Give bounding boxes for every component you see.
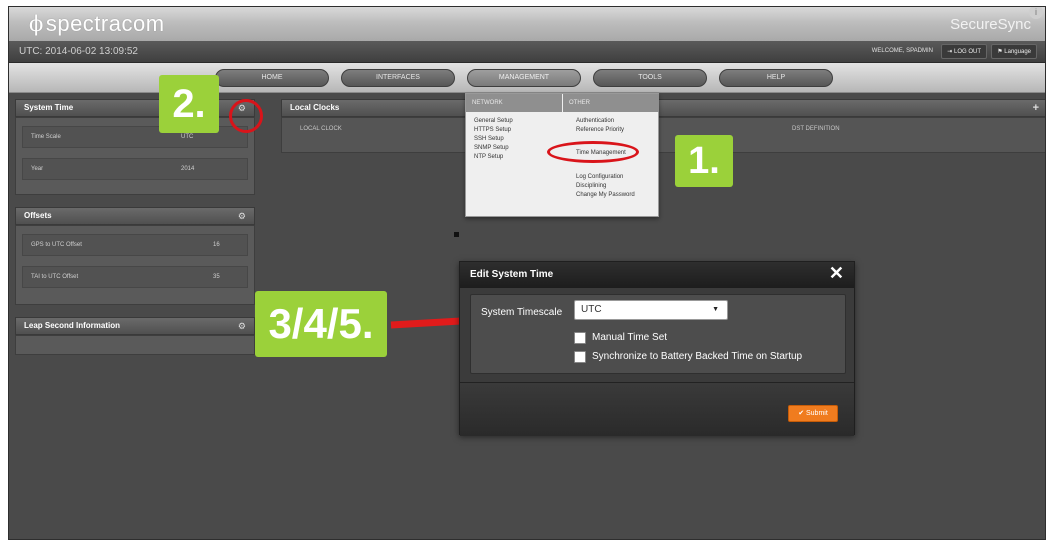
highlight-ring bbox=[229, 99, 263, 133]
timescale-select[interactable]: UTC ▼ bbox=[574, 300, 728, 320]
gear-icon[interactable]: ⚙ bbox=[238, 318, 246, 334]
sync-battery-checkbox[interactable] bbox=[574, 351, 586, 363]
logo-icon: ϕ bbox=[29, 12, 44, 36]
language-button[interactable]: ⚑ Language bbox=[991, 44, 1037, 59]
close-icon[interactable]: ✕ bbox=[829, 263, 844, 284]
row-value: 35 bbox=[213, 274, 220, 280]
annotation-step-2: 2. bbox=[159, 75, 219, 133]
highlight-ring bbox=[547, 141, 639, 163]
edit-system-time-dialog: Edit System Time ✕ System Timescale UTC … bbox=[459, 261, 855, 436]
logout-button[interactable]: ⇥ LOG OUT bbox=[941, 44, 987, 59]
loading-indicator bbox=[454, 232, 459, 237]
menu-item-ssh-setup[interactable]: SSH Setup bbox=[474, 136, 504, 142]
submit-button[interactable]: ✔ Submit bbox=[788, 405, 838, 422]
table-row: Year 2014 bbox=[22, 158, 248, 180]
status-bar: UTC: 2014-06-02 13:09:52 WELCOME, SPADMI… bbox=[9, 41, 1045, 63]
local-clocks-title: Local Clocks bbox=[290, 103, 340, 112]
table-row: GPS to UTC Offset 16 bbox=[22, 234, 248, 256]
local-clocks-table: LOCAL CLOCK DST DEFINITION bbox=[281, 117, 1045, 153]
menu-item-change-password[interactable]: Change My Password bbox=[576, 192, 635, 198]
brand-name: SecureSync bbox=[950, 16, 1031, 33]
menu-section-network: NETWORK bbox=[466, 94, 562, 112]
system-time-panel: Time Scale UTC Year 2014 bbox=[15, 117, 255, 195]
utc-clock: UTC: 2014-06-02 13:09:52 bbox=[19, 46, 138, 57]
manual-time-set-checkbox[interactable] bbox=[574, 332, 586, 344]
nav-help[interactable]: HELP bbox=[719, 69, 833, 87]
logo-text: spectracom bbox=[45, 11, 165, 36]
row-label: TAI to UTC Offset bbox=[31, 274, 79, 280]
annotation-step-1: 1. bbox=[675, 135, 733, 187]
add-icon[interactable]: + bbox=[1033, 100, 1039, 116]
app-window: ϕspectracom SecureSync i UTC: 2014-06-02… bbox=[8, 6, 1046, 540]
menu-item-log-configuration[interactable]: Log Configuration bbox=[576, 174, 623, 180]
table-row: TAI to UTC Offset 35 bbox=[22, 266, 248, 288]
nav-interfaces[interactable]: INTERFACES bbox=[341, 69, 455, 87]
sync-battery-label: Synchronize to Battery Backed Time on St… bbox=[592, 351, 803, 362]
timescale-label: System Timescale bbox=[481, 307, 563, 318]
nav-tools[interactable]: TOOLS bbox=[593, 69, 707, 87]
chevron-down-icon: ▼ bbox=[712, 306, 719, 313]
menu-item-disciplining[interactable]: Disciplining bbox=[576, 183, 606, 189]
menu-item-reference-priority[interactable]: Reference Priority bbox=[576, 127, 624, 133]
annotation-step-345: 3/4/5. bbox=[255, 291, 387, 357]
info-icon[interactable]: i bbox=[1029, 7, 1043, 19]
row-value: 2014 bbox=[181, 166, 195, 172]
row-label: Time Scale bbox=[31, 134, 61, 140]
menu-item-snmp-setup[interactable]: SNMP Setup bbox=[474, 145, 509, 151]
offsets-panel: GPS to UTC Offset 16 TAI to UTC Offset 3… bbox=[15, 225, 255, 305]
row-value: 16 bbox=[213, 242, 220, 248]
menu-item-ntp-setup[interactable]: NTP Setup bbox=[474, 154, 503, 160]
menu-item-authentication[interactable]: Authentication bbox=[576, 118, 614, 124]
dialog-header: Edit System Time ✕ bbox=[460, 262, 854, 288]
dialog-footer: ✔ Submit bbox=[460, 382, 854, 436]
dialog-body: System Timescale UTC ▼ Manual Time Set S… bbox=[470, 294, 846, 374]
manual-time-set-label: Manual Time Set bbox=[592, 332, 668, 343]
welcome-text: WELCOME, SPADMIN bbox=[871, 48, 933, 54]
nav-home[interactable]: HOME bbox=[215, 69, 329, 87]
menu-section-other: OTHER bbox=[563, 94, 659, 112]
gear-icon[interactable]: ⚙ bbox=[238, 208, 246, 224]
system-time-header: System Time ⚙ bbox=[15, 99, 255, 117]
dialog-title: Edit System Time bbox=[470, 269, 554, 280]
row-label: Year bbox=[31, 166, 44, 172]
nav-management[interactable]: MANAGEMENT bbox=[467, 69, 581, 87]
leap-second-title: Leap Second Information bbox=[24, 321, 121, 330]
column-header: LOCAL CLOCK bbox=[300, 126, 342, 132]
system-time-title: System Time bbox=[24, 103, 74, 112]
row-value: UTC bbox=[181, 134, 194, 140]
leap-second-header: Leap Second Information ⚙ bbox=[15, 317, 255, 335]
timescale-value: UTC bbox=[581, 304, 602, 315]
menu-item-https-setup[interactable]: HTTPS Setup bbox=[474, 127, 511, 133]
top-header: ϕspectracom SecureSync i bbox=[9, 7, 1045, 41]
local-clocks-header: Local Clocks + bbox=[281, 99, 1045, 117]
row-label: GPS to UTC Offset bbox=[31, 242, 82, 248]
offsets-title: Offsets bbox=[24, 211, 52, 220]
column-header: DST DEFINITION bbox=[792, 126, 840, 132]
menu-item-general-setup[interactable]: General Setup bbox=[474, 118, 513, 124]
offsets-header: Offsets ⚙ bbox=[15, 207, 255, 225]
leap-second-panel bbox=[15, 335, 255, 355]
logo: ϕspectracom bbox=[29, 11, 165, 37]
